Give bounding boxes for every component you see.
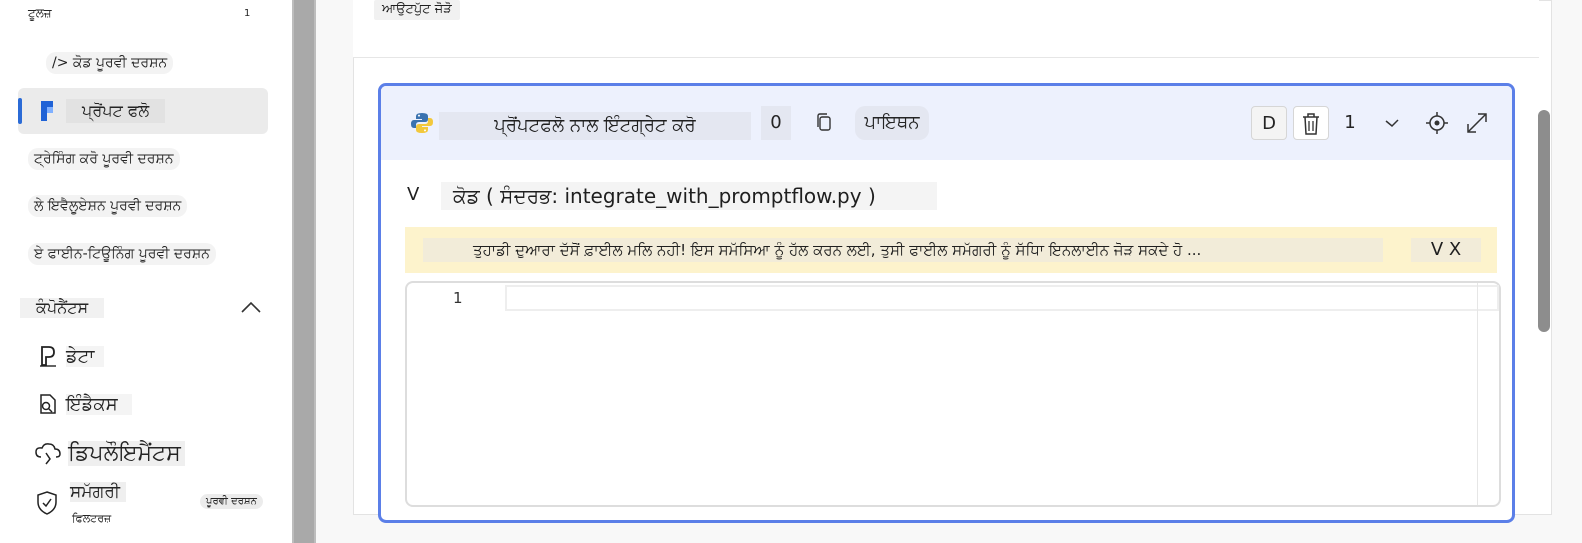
component-label: ਇੰਡੈਕਸ xyxy=(66,394,132,415)
tools-header: ਟੂਲਜ਼ xyxy=(28,6,52,20)
shield-icon xyxy=(37,491,57,515)
expand-button[interactable] xyxy=(1459,106,1495,140)
collapse-button[interactable] xyxy=(1377,106,1407,140)
chevron-down-icon xyxy=(1385,119,1399,128)
current-line-highlight[interactable] xyxy=(505,285,1499,311)
sidebar-item-evaluation[interactable]: ਲੇ ਇਵੈਲੂਏਸ਼ਨ ਪੂਰਵੀ ਦਰਸ਼ਨ xyxy=(18,183,268,229)
warning-banner: ਤੁਹਾਡੀ ਦੁਆਰਾ ਦੱਸੋਂ ਫ਼ਾਈਲ ਮਲਿ ਨਹੀ! ਇਸ ਸਮੱ… xyxy=(405,227,1497,273)
tools-count: 1 xyxy=(244,8,251,19)
add-output-button[interactable]: ਆਉਟਪੁੱਟ ਜੋੜੋ xyxy=(374,0,460,20)
target-icon xyxy=(1426,112,1448,134)
node-title[interactable]: ਪ੍ਰੋਂਪਟਫਲੋ ਨਾਲ ਇੰਟਗ੍ਰੇਟ ਕਰੋ xyxy=(439,112,751,140)
sidebar: ਟੂਲਜ਼ 1 /> ਕੋਡ ਪੂਰਵੀ ਦਰਸ਼ਨ ਪ੍ਰੋਂਪਟ ਫਲੋ ਟ… xyxy=(0,0,292,543)
active-indicator xyxy=(18,98,22,124)
canvas-scrollbar-thumb[interactable] xyxy=(1538,110,1550,332)
sidebar-scrollbar[interactable] xyxy=(292,0,316,543)
node-count: 0 xyxy=(761,106,791,140)
prompt-flow-icon xyxy=(41,101,53,121)
warning-message: ਤੁਹਾਡੀ ਦੁਆਰਾ ਦੱਸੋਂ ਫ਼ਾਈਲ ਮਲਿ ਨਹੀ! ਇਸ ਸਮੱ… xyxy=(423,238,1383,262)
sidebar-scrollbar-thumb[interactable] xyxy=(294,0,314,543)
python-node: ਪ੍ਰੋਂਪਟਫਲੋ ਨਾਲ ਇੰਟਗ੍ਰੇਟ ਕਰੋ 0 ਪਾਇਥਨ D 1 xyxy=(378,83,1515,523)
trash-icon xyxy=(1303,113,1319,135)
node-header: ਪ੍ਰੋਂਪਟਫਲੋ ਨਾਲ ਇੰਟਗ੍ਰੇਟ ਕਰੋ 0 ਪਾਇਥਨ D 1 xyxy=(381,86,1512,160)
sidebar-item-fine-tuning[interactable]: ਏ ਫਾਈਨ-ਟਿਊਨਿੰਗ ਪੂਰਵੀ ਦਰਸ਼ਨ xyxy=(18,231,268,277)
component-label: ਡਿਪਲੌਇਮੈਂਟਸ xyxy=(68,441,185,466)
component-label: ਡੇਟਾ xyxy=(66,346,105,367)
delete-button[interactable] xyxy=(1293,106,1329,140)
preview-badge: ਪੂਰਵੀ ਦਰਸ਼ਨ xyxy=(200,494,263,509)
code-toggle-chevron[interactable]: V xyxy=(407,184,419,205)
sidebar-item-label: ਏ ਫਾਈਨ-ਟਿਊਨਿੰਗ ਪੂਰਵੀ ਦਰਸ਼ਨ xyxy=(28,243,216,265)
line-number: 1 xyxy=(453,289,463,307)
locate-button[interactable] xyxy=(1419,106,1455,140)
editor-overview-ruler xyxy=(1477,283,1478,505)
index-search-icon xyxy=(40,394,56,414)
language-badge: ਪਾਇਥਨ xyxy=(855,106,929,140)
components-header: ਕੰਪੋਨੈਂਟਸ xyxy=(20,298,105,318)
sidebar-item-label: ਟ੍ਰੇਸਿੰਗ ਕਰੋ ਪੂਰਵੀ ਦਰਸ਼ਨ xyxy=(28,148,180,170)
chevron-up-icon[interactable] xyxy=(240,300,262,314)
cloud-deploy-icon xyxy=(35,443,61,465)
copy-button[interactable] xyxy=(809,106,839,140)
component-label: ਸਮੱਗਰੀ xyxy=(70,482,126,502)
previous-node-footer xyxy=(353,0,1539,58)
sidebar-item-prompt-flow[interactable]: ਪ੍ਰੋਂਪਟ ਫਲੋ xyxy=(18,88,268,134)
node-number: 1 xyxy=(1344,112,1356,133)
sidebar-item-tracing[interactable]: ਟ੍ਰੇਸਿੰਗ ਕਰੋ ਪੂਰਵੀ ਦਰਸ਼ਨ xyxy=(18,136,268,182)
sidebar-item-label: ਲੇ ਇਵੈਲੂਏਸ਼ਨ ਪੂਰਵੀ ਦਰਸ਼ਨ xyxy=(28,195,188,217)
sidebar-item-code-preview[interactable]: /> ਕੋਡ ਪੂਰਵੀ ਦਰਸ਼ਨ xyxy=(18,42,268,88)
sidebar-item-label: ਪ੍ਰੋਂਪਟ ਫਲੋ xyxy=(66,99,166,123)
component-sublabel: ਫਿਲਟਰਜ਼ xyxy=(72,512,112,525)
sidebar-item-label: /> ਕੋਡ ਪੂਰਵੀ ਦਰਸ਼ਨ xyxy=(46,52,174,74)
code-editor[interactable]: 1 xyxy=(405,281,1501,507)
code-section-label: ਕੋਡ ( ਸੰਦਰਭ: integrate_with_promptflow.p… xyxy=(441,182,937,210)
python-icon xyxy=(411,113,433,133)
expand-icon xyxy=(1467,113,1487,133)
warning-actions[interactable]: V X xyxy=(1411,238,1481,262)
copy-icon xyxy=(817,113,831,131)
data-icon xyxy=(40,346,56,367)
d-button[interactable]: D xyxy=(1251,106,1287,140)
